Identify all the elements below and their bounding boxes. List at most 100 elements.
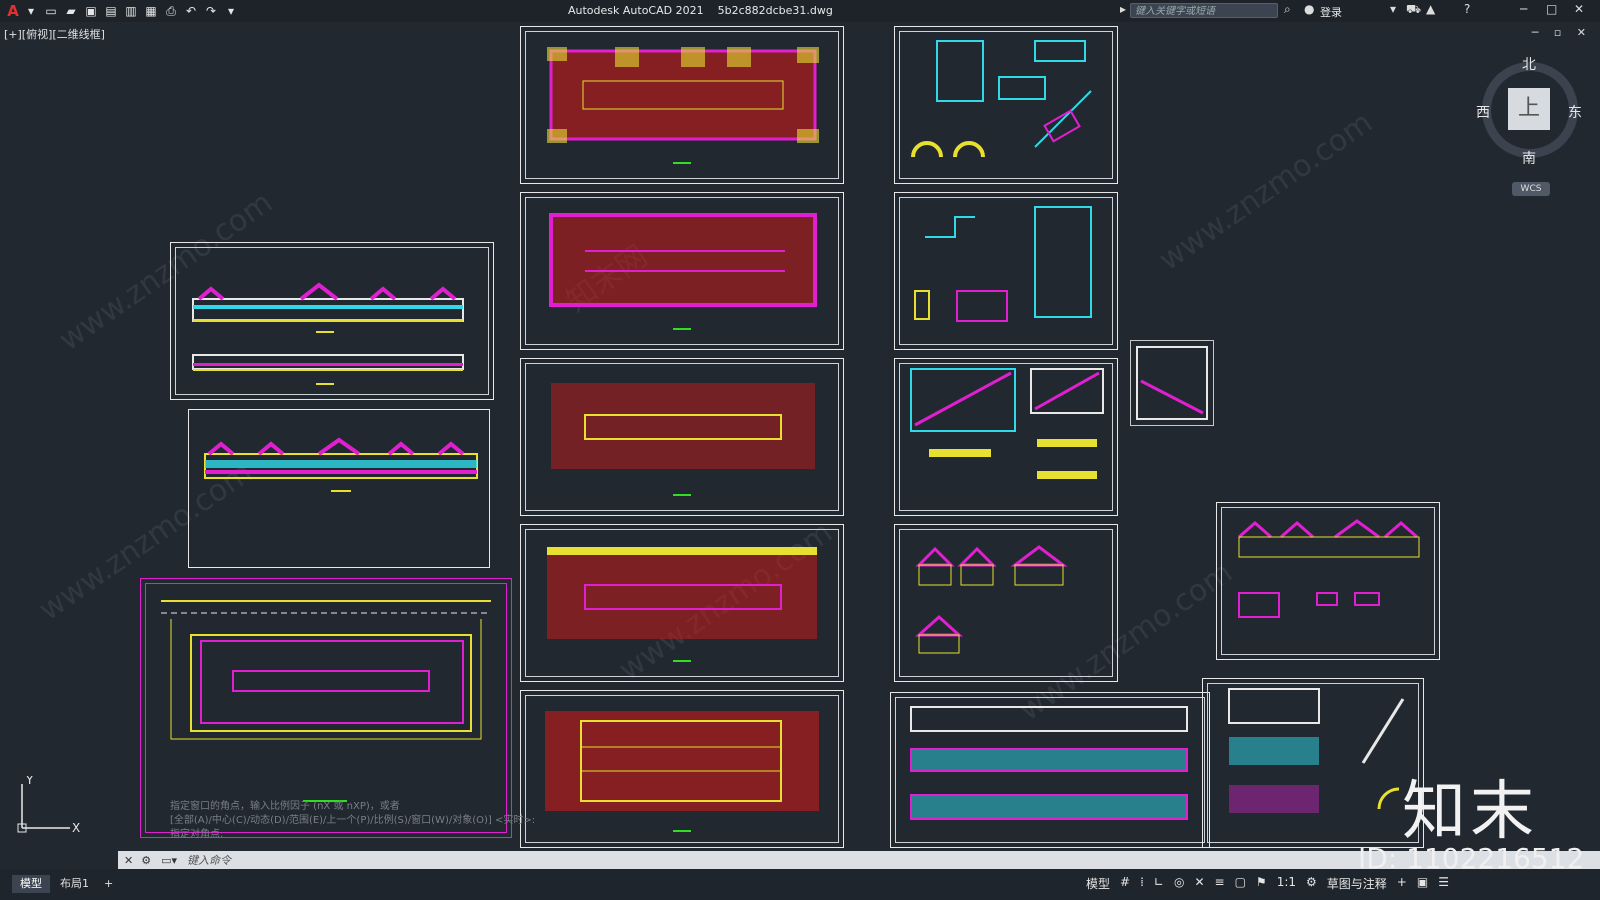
customize-icon[interactable]: ⚙: [141, 854, 151, 867]
compass-west[interactable]: 西: [1476, 102, 1490, 122]
redo-icon[interactable]: ↷: [202, 2, 220, 20]
polar-icon[interactable]: ◎: [1174, 875, 1184, 892]
cart-icon[interactable]: ⛟: [1406, 2, 1421, 18]
site-plan-drawing: [161, 600, 491, 802]
ucs-x-label: X: [72, 821, 80, 835]
id-watermark: ID: 1102216512: [1358, 842, 1585, 875]
save-as-icon[interactable]: ▤: [102, 2, 120, 20]
selection-cycle-icon[interactable]: ▢: [1235, 875, 1246, 892]
sheet-elevations-1[interactable]: [170, 242, 494, 400]
sheet-floor-plan-1[interactable]: [520, 192, 844, 350]
status-tools: 模型 # ⁞ ∟ ◎ ✕ ≡ ▢ ⚑ 1:1 ⚙ 草图与注释 + ▣ ☰: [1086, 875, 1449, 892]
ucs-y-label: Y: [25, 776, 34, 787]
compass-east[interactable]: 东: [1568, 102, 1582, 122]
tab-model[interactable]: 模型: [12, 875, 50, 893]
sheet-floor-plan-2[interactable]: [520, 358, 844, 516]
user-icon[interactable]: ●: [1304, 2, 1314, 16]
sheet-details-2[interactable]: [894, 192, 1118, 350]
detail-drawing: [914, 206, 1092, 322]
new-file-icon[interactable]: ▭: [42, 2, 60, 20]
stair-drawing: [910, 368, 1104, 479]
sheet-details-1[interactable]: [894, 26, 1118, 184]
isolate-icon[interactable]: ▣: [1417, 875, 1428, 892]
sheet-facade-details[interactable]: [1216, 502, 1440, 660]
command-history-line: 指定对角点:: [170, 829, 224, 840]
add-layout-button[interactable]: +: [96, 875, 121, 893]
model-space-toggle[interactable]: 模型: [1086, 875, 1110, 892]
section-drawing: [1228, 688, 1405, 813]
minimize-icon[interactable]: ─: [1520, 2, 1527, 16]
ortho-icon[interactable]: ∟: [1154, 875, 1164, 892]
command-history-line: 指定窗口的角点，输入比例因子 (nX 或 nXP)，或者: [170, 801, 400, 812]
quick-access-dropdown-icon[interactable]: ▾: [222, 2, 240, 20]
lineweight-icon[interactable]: ≡: [1215, 875, 1225, 892]
sheet-sections[interactable]: [1202, 678, 1424, 848]
sheet-elevations-3[interactable]: [890, 692, 1210, 848]
elevation-drawing: [204, 437, 478, 492]
autodesk-a360-icon[interactable]: ▲: [1426, 2, 1435, 16]
sheet-roof-details[interactable]: [894, 524, 1118, 682]
search-input[interactable]: 键入关键字或短语: [1130, 3, 1278, 18]
search-icon[interactable]: ⌕: [1284, 2, 1291, 17]
autocad-logo-icon[interactable]: A: [4, 2, 22, 20]
snap-icon[interactable]: ⁞: [1140, 875, 1144, 892]
search-expand-icon[interactable]: ▸: [1120, 2, 1126, 16]
sheet-floor-plan-3[interactable]: [520, 524, 844, 682]
roof-detail-drawing: [915, 545, 1068, 654]
undo-icon[interactable]: ↶: [182, 2, 200, 20]
sheet-floor-plan-4[interactable]: [520, 690, 844, 848]
plot-preview-icon[interactable]: ▦: [142, 2, 160, 20]
title-bar: A ▾ ▭ ▰ ▣ ▤ ▥ ▦ ⎙ ↶ ↷ ▾ Autodesk AutoCAD…: [0, 0, 1600, 22]
sheet-stair-details[interactable]: [894, 358, 1118, 516]
publish-icon[interactable]: ▥: [122, 2, 140, 20]
annotation-visibility-icon[interactable]: ⚑: [1256, 875, 1267, 892]
osnap-icon[interactable]: ✕: [1194, 875, 1204, 892]
wcs-menu[interactable]: WCS: [1512, 182, 1550, 196]
viewport-controls-label[interactable]: [+][俯视][二维线框]: [4, 26, 105, 42]
app-menu-arrow-icon[interactable]: ▾: [22, 2, 40, 20]
stair-section-drawing: [1136, 346, 1208, 420]
stair-section-detail[interactable]: [1130, 340, 1214, 426]
maximize-icon[interactable]: □: [1546, 2, 1557, 16]
close-icon[interactable]: ✕: [1574, 2, 1584, 16]
close-command-line-icon[interactable]: ✕: [124, 854, 133, 867]
compass-north[interactable]: 北: [1522, 54, 1536, 74]
annotation-scale[interactable]: 1:1: [1277, 875, 1296, 892]
help-icon[interactable]: ?: [1464, 2, 1470, 16]
floor-plan-drawing: [547, 547, 817, 662]
sheet-site-plan[interactable]: [140, 578, 512, 838]
floor-plan-drawing: [545, 711, 819, 832]
ucs-icon: Y X: [17, 776, 80, 835]
drawing-viewport[interactable]: www.znzmo.com www.znzmo.com 知末网 www.znzm…: [0, 24, 1600, 850]
elevation-drawing: [192, 282, 464, 385]
roof-plan-drawing: [547, 47, 819, 164]
command-history-line: [全部(A)/中心(C)/动态(D)/范围(E)/上一个(P)/比例(S)/窗口…: [170, 815, 536, 826]
elevation-drawing: [910, 706, 1188, 820]
grid-icon[interactable]: #: [1120, 875, 1130, 892]
sheet-elevations-2[interactable]: [188, 409, 490, 568]
sheet-roof-plan[interactable]: [520, 26, 844, 184]
window-title: Autodesk AutoCAD 2021 5b2c882dcbe31.dwg: [568, 4, 833, 17]
tab-layout1[interactable]: 布局1: [52, 875, 97, 893]
open-file-icon[interactable]: ▰: [62, 2, 80, 20]
command-input[interactable]: 键入命令: [187, 852, 231, 868]
viewcube-top-face[interactable]: 上: [1508, 88, 1550, 130]
user-dropdown-icon[interactable]: ▾: [1390, 2, 1396, 16]
compass-south[interactable]: 南: [1522, 148, 1536, 168]
workspace-switch[interactable]: 草图与注释: [1327, 875, 1387, 892]
detail-drawing: [911, 40, 1092, 158]
facade-detail-drawing: [1238, 519, 1420, 618]
workspace-gear-icon[interactable]: ⚙: [1306, 875, 1317, 892]
login-link[interactable]: 登录: [1320, 4, 1342, 20]
viewport-window-controls[interactable]: ─ ▫ ✕: [1532, 26, 1592, 39]
watermark-text: www.znzmo.com: [1152, 105, 1379, 278]
recent-commands-icon[interactable]: ▭▾: [161, 854, 177, 867]
floor-plan-drawing: [551, 383, 815, 496]
customization-menu-icon[interactable]: ☰: [1438, 875, 1449, 892]
add-icon[interactable]: +: [1397, 875, 1407, 892]
command-history: 指定窗口的角点，输入比例因子 (nX 或 nXP)，或者 [全部(A)/中心(C…: [170, 800, 535, 842]
save-icon[interactable]: ▣: [82, 2, 100, 20]
brand-logo-watermark: 知末: [1402, 775, 1538, 849]
print-icon[interactable]: ⎙: [162, 2, 180, 20]
floor-plan-drawing: [549, 213, 817, 330]
